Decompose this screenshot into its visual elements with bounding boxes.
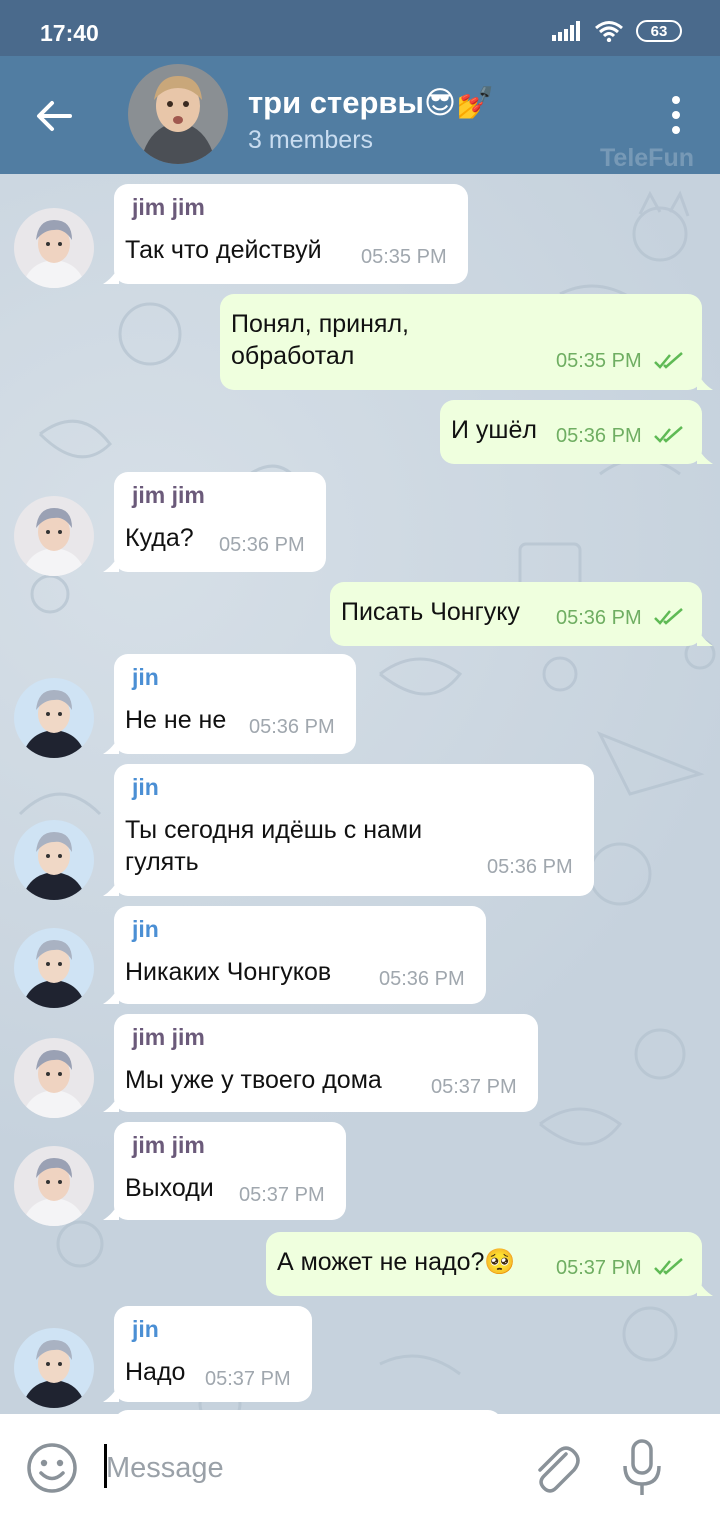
battery-icon: 63 (636, 20, 682, 42)
avatar-image (14, 1146, 94, 1226)
sender-name[interactable]: jin (132, 916, 159, 943)
more-options-icon[interactable] (660, 94, 692, 136)
read-checkmarks-icon (654, 608, 683, 625)
message-text: Выходи (125, 1174, 214, 1202)
message-time: 05:36 PM (556, 607, 642, 629)
sender-name[interactable]: jim jim (132, 194, 205, 221)
avatar-image (14, 678, 94, 758)
message-time: 05:37 PM (205, 1368, 291, 1390)
message-text: гулять (125, 848, 199, 876)
attach-paperclip-icon[interactable] (528, 1440, 580, 1496)
message-bubble-outgoing[interactable]: А может не надо?🥺 05:37 PM (266, 1232, 713, 1296)
message-time: 05:35 PM (361, 246, 447, 268)
sender-name[interactable]: jim jim (132, 1132, 205, 1159)
message-bubble-incoming[interactable]: jim jim Так что действуй 05:35 PM (103, 184, 468, 284)
sender-name[interactable]: jin (132, 1316, 159, 1343)
avatar-image (14, 820, 94, 900)
bubble-tail (103, 266, 119, 284)
bubble-tail (103, 1094, 119, 1112)
bubble-tail (103, 1384, 119, 1402)
back-arrow-icon[interactable] (30, 92, 78, 140)
message-bubble-incoming[interactable]: jin Никаких Чонгуков 05:36 PM (103, 906, 486, 1004)
read-checkmarks-icon (654, 1258, 683, 1275)
message-text: Мы уже у твоего дома (125, 1066, 382, 1094)
bubble-tail (697, 372, 713, 390)
message-bubble-incoming[interactable]: jin Надо 05:37 PM (103, 1306, 312, 1402)
avatar-image (14, 928, 94, 1008)
message-time: 05:37 PM (431, 1076, 517, 1098)
message-text: А может не надо?🥺 (277, 1248, 516, 1276)
message-text: Не не не (125, 706, 227, 734)
member-count: 3 members (248, 126, 374, 154)
sender-avatar-jin[interactable] (14, 678, 94, 758)
message-text: Куда? (125, 524, 194, 552)
group-avatar[interactable] (128, 64, 228, 164)
message-text: Никаких Чонгуков (125, 958, 332, 986)
message-text: Ты сегодня идёшь с нами (125, 816, 423, 844)
bubble-tail (103, 736, 119, 754)
message-bubble-incoming[interactable]: jim jim Мы уже у твоего дома 05:37 PM (103, 1014, 538, 1112)
sender-avatar-jin[interactable] (14, 820, 94, 900)
message-bubble-outgoing[interactable]: Понял, принял, обработал 05:35 PM (220, 294, 713, 390)
message-text: Так что действуй (125, 236, 322, 264)
message-bubble-outgoing[interactable]: Писать Чонгуку 05:36 PM (330, 582, 713, 646)
microphone-icon[interactable] (618, 1438, 666, 1498)
chat-title[interactable]: три стервы😎💅 (248, 84, 495, 121)
message-time: 05:36 PM (219, 534, 305, 556)
chat-area[interactable]: jim jim Так что действуй 05:35 PM Понял,… (0, 174, 720, 1414)
message-time: 05:36 PM (487, 856, 573, 878)
message-bubble-incoming[interactable]: jin Ты сегодня идёшь с нами гулять 05:36… (103, 764, 594, 896)
group-avatar-image (128, 64, 228, 164)
bubble-tail (103, 878, 119, 896)
sender-name[interactable]: jin (132, 774, 159, 801)
status-icons: 63 (552, 20, 682, 42)
message-input-bar (0, 1414, 720, 1520)
sender-avatar-jim[interactable] (14, 1146, 94, 1226)
message-time: 05:37 PM (239, 1184, 325, 1206)
emoji-icon[interactable] (26, 1442, 78, 1494)
sender-name[interactable]: jin (132, 664, 159, 691)
read-checkmarks-icon (654, 426, 683, 443)
message-time: 05:36 PM (249, 716, 335, 738)
message-text: И ушёл (451, 416, 537, 444)
message-time: 05:36 PM (379, 968, 465, 990)
sender-avatar-jim[interactable] (14, 496, 94, 576)
message-time: 05:37 PM (556, 1257, 642, 1279)
avatar-image (14, 1038, 94, 1118)
message-bubble-incoming[interactable]: jim jim Выходи 05:37 PM (103, 1122, 346, 1220)
message-bubble-incoming[interactable]: jin Не не не 05:36 PM (103, 654, 356, 754)
message-time: 05:36 PM (556, 425, 642, 447)
watermark: TeleFun (600, 144, 694, 172)
bubble-tail (103, 1202, 119, 1220)
avatar-image (14, 208, 94, 288)
battery-level: 63 (650, 22, 668, 40)
message-text: Писать Чонгуку (341, 598, 520, 626)
message-input[interactable] (106, 1444, 506, 1492)
sender-name[interactable]: jim jim (132, 1024, 205, 1051)
read-checkmarks-icon (654, 352, 683, 369)
bubble-tail (697, 446, 713, 464)
bubble-tail (697, 1278, 713, 1296)
message-text: обработал (231, 342, 355, 370)
sender-avatar-jin[interactable] (14, 1328, 94, 1408)
sender-name[interactable]: jim jim (132, 482, 205, 509)
sender-avatar-jin[interactable] (14, 928, 94, 1008)
chat-header: три стервы😎💅 3 members TeleFun (0, 56, 720, 174)
status-bar: 17:40 63 (0, 0, 720, 56)
status-time: 17:40 (40, 20, 99, 46)
sender-avatar-jim[interactable] (14, 1038, 94, 1118)
message-bubble-incoming[interactable]: jim jim Куда? 05:36 PM (103, 472, 326, 572)
avatar-image (14, 496, 94, 576)
avatar-image (14, 1328, 94, 1408)
message-time: 05:35 PM (556, 350, 642, 372)
message-bubble-outgoing[interactable]: И ушёл 05:36 PM (440, 400, 713, 464)
wifi-icon (595, 21, 623, 42)
bubble-tail (697, 628, 713, 646)
message-text: Понял, принял, (231, 310, 409, 338)
message-text: Надо (125, 1358, 186, 1386)
bubble-tail (103, 554, 119, 572)
sender-avatar-jim[interactable] (14, 208, 94, 288)
bubble-tail (103, 986, 119, 1004)
signal-icon (552, 21, 580, 41)
